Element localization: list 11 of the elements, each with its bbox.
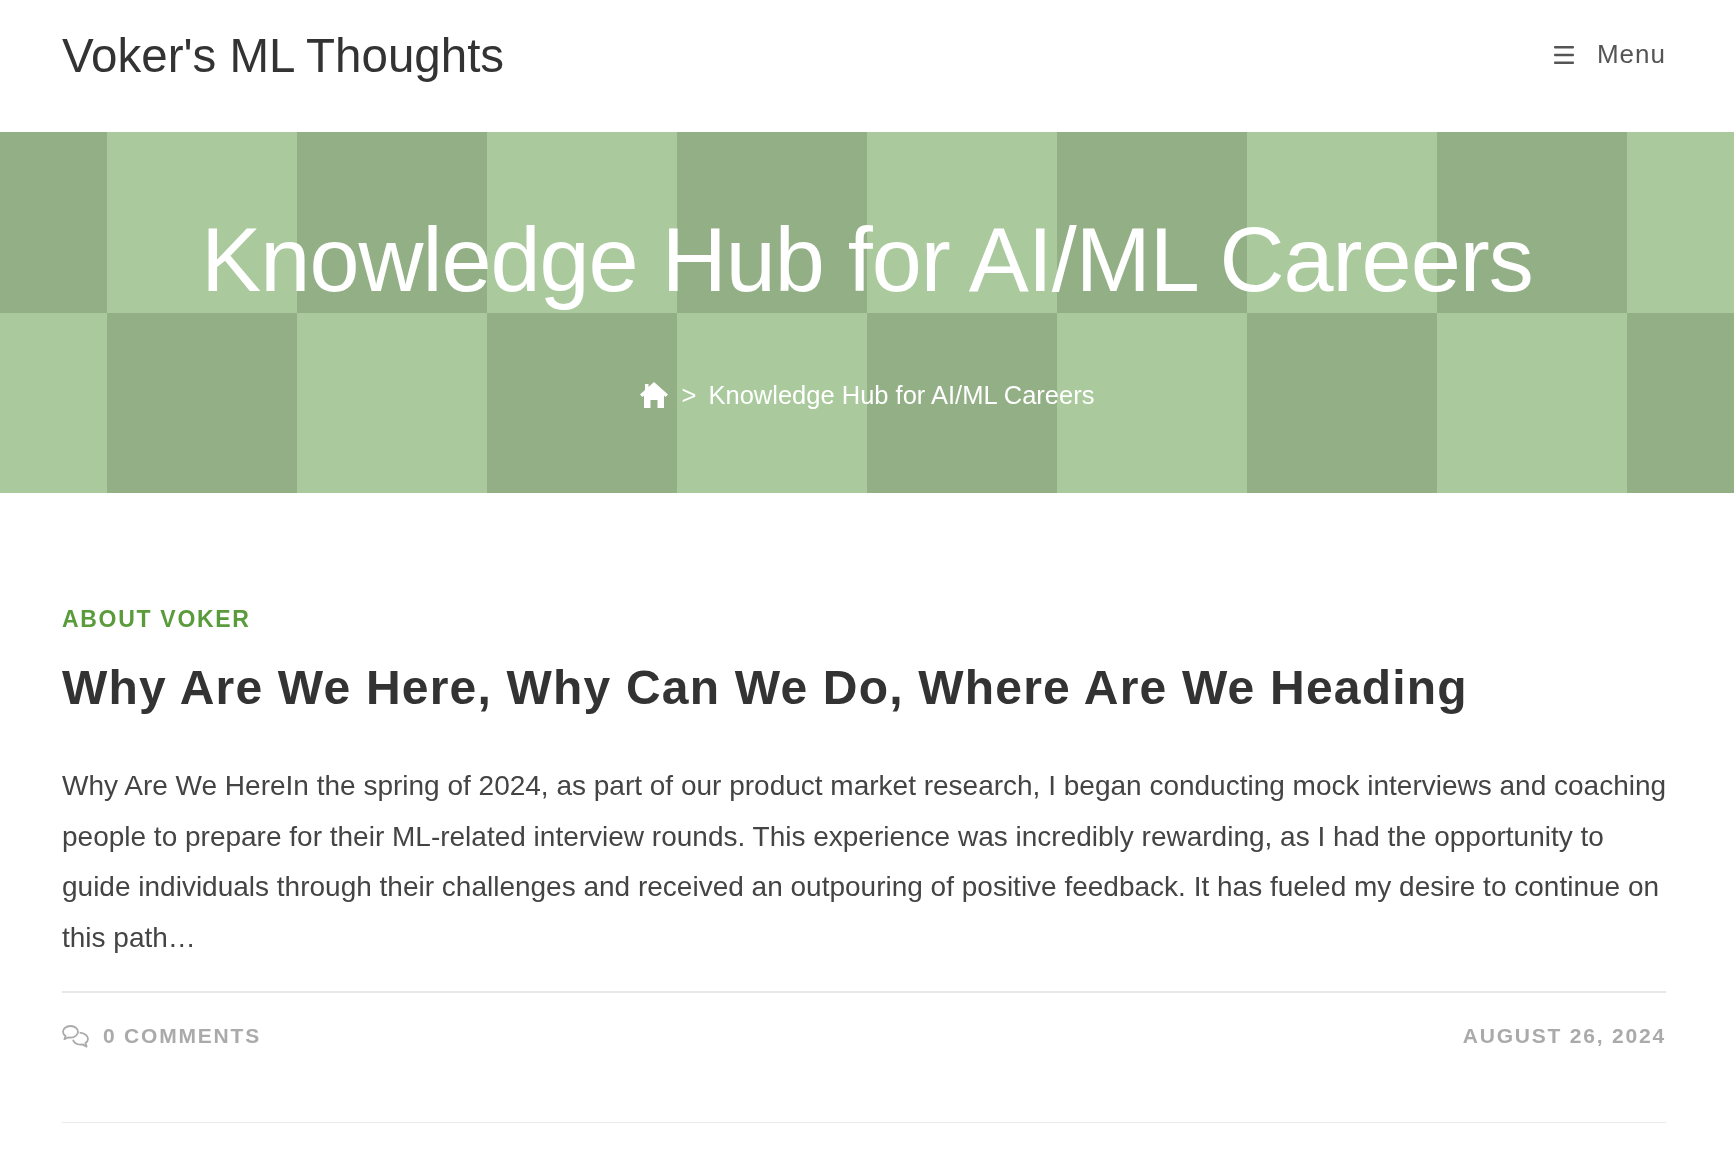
menu-button[interactable]: Menu — [1553, 39, 1666, 71]
comments-icon — [62, 1024, 89, 1048]
post-title[interactable]: Why Are We Here, Why Can We Do, Where Are We Heading — [62, 661, 1468, 714]
post-excerpt: Why Are We HereIn the spring of 2024, as part of our product market research, I began conducting mock interviews and coaching people to prepare for their ML-related interview rounds. This experience was incredibly rewarding, as I had the opportunity to guide individuals through their challenges and received an outpouring of positive feedback. It has fueled my desire to continue on this path… — [62, 769, 1668, 955]
page-title: Knowledge Hub for AI/ML Careers — [201, 209, 1533, 312]
site-title[interactable]: Voker's ML Thoughts — [62, 26, 505, 84]
breadcrumb-current: Knowledge Hub for AI/ML Careers — [708, 380, 1095, 410]
breadcrumb-separator: > — [681, 380, 697, 410]
home-icon[interactable] — [639, 382, 668, 408]
post-date: AUGUST 26, 2024 — [1462, 1024, 1666, 1048]
menu-icon — [1553, 46, 1574, 64]
